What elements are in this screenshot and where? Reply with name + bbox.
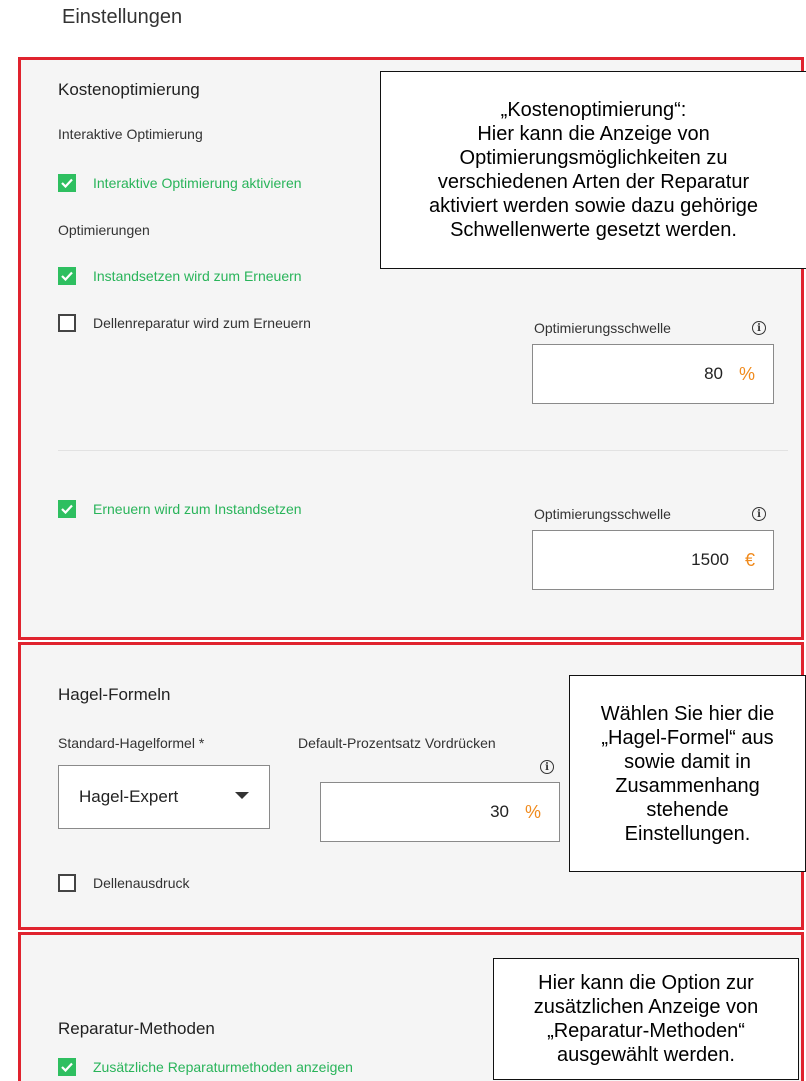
renew-to-repair-checkbox-label: Erneuern wird zum Instandsetzen [93,501,302,517]
repair-to-renew-checkbox-row[interactable]: Instandsetzen wird zum Erneuern [58,267,302,285]
repair-to-renew-checkbox-label: Instandsetzen wird zum Erneuern [93,268,302,284]
callout-line: „Reparatur-Methoden“ [547,1020,745,1042]
euro-unit: € [744,549,755,570]
callout-line: sowie damit in [624,750,751,773]
repair-to-renew-checkbox[interactable] [58,267,76,285]
check-icon [61,271,73,281]
show-additional-methods-checkbox[interactable] [58,1058,76,1076]
callout-line: verschiedenen Arten der Reparatur [437,171,750,193]
callout-line: „Kostenoptimierung“: [500,99,687,121]
hail-formula-label: Standard-Hagelformel * [58,735,205,751]
interactive-optimization-label: Interaktive Optimierung [58,126,203,142]
callout-line: Zusammenhang [615,774,760,797]
repair-methods-panel: Reparatur-Methoden Zusätzliche Reparatur… [18,932,804,1081]
dent-print-checkbox[interactable] [58,874,76,892]
section-divider [58,450,788,451]
threshold-input-2[interactable]: 1500 € [532,530,774,590]
check-icon [61,1062,73,1072]
default-percent-input[interactable]: 30 % [320,782,560,842]
page-title: Einstellungen [62,6,183,28]
dent-to-renew-checkbox[interactable] [58,314,76,332]
callout-line: aktiviert werden sowie dazu gehörige [428,195,759,217]
dropdown-arrow-icon [235,792,249,799]
info-icon[interactable]: i [752,321,766,335]
dent-to-renew-checkbox-label: Dellenreparatur wird zum Erneuern [93,315,311,331]
callout-line: „Hagel-Formel“ aus [601,726,774,749]
default-percent-label: Default-Prozentsatz Vordrücken [298,735,496,751]
dent-to-renew-checkbox-row[interactable]: Dellenreparatur wird zum Erneuern [58,314,311,332]
check-icon [61,504,73,514]
callout-line: zusätzlichen Anzeige von [533,996,759,1018]
renew-to-repair-checkbox[interactable] [58,500,76,518]
callout-cost-optimization: „Kostenoptimierung“: Hier kann die Anzei… [380,71,806,269]
info-icon[interactable]: i [752,507,766,521]
percent-unit: % [738,363,755,384]
hail-formula-select[interactable]: Hagel-Expert [58,765,270,829]
callout-line: Einstellungen. [624,822,751,845]
threshold-label-1: Optimierungsschwelle [534,320,671,336]
hail-formulas-panel: Hagel-Formeln Standard-Hagelformel * Def… [18,642,806,930]
callout-line: Hier kann die Option zur [538,972,754,994]
show-additional-methods-checkbox-row[interactable]: Zusätzliche Reparaturmethoden anzeigen [58,1058,353,1076]
callout-line: stehende [646,798,729,821]
optimizations-label: Optimierungen [58,222,150,238]
callout-line: Hier kann die Anzeige von [477,123,710,145]
callout-line: Wählen Sie hier die [600,702,775,725]
dent-print-checkbox-label: Dellenausdruck [93,875,190,891]
renew-to-repair-checkbox-row[interactable]: Erneuern wird zum Instandsetzen [58,500,302,518]
interactive-optimization-checkbox-label: Interaktive Optimierung aktivieren [93,175,302,191]
check-icon [61,178,73,188]
default-percent-value: 30 [490,802,509,821]
callout-line: ausgewählt werden. [557,1044,735,1066]
cost-optimization-panel: Kostenoptimierung Interaktive Optimierun… [18,57,806,640]
dent-print-checkbox-row[interactable]: Dellenausdruck [58,874,190,892]
threshold-input-1[interactable]: 80 % [532,344,774,404]
threshold-value-1: 80 [704,364,723,383]
info-icon[interactable]: i [540,760,554,774]
callout-repair-methods: Hier kann die Option zur zusätzlichen An… [493,958,799,1080]
percent-unit: % [524,801,541,822]
section-title-repair-methods: Reparatur-Methoden [58,1019,215,1038]
section-title-hail-formulas: Hagel-Formeln [58,685,171,704]
threshold-label-2: Optimierungsschwelle [534,506,671,522]
hail-formula-selected-value: Hagel-Expert [79,787,179,806]
callout-line: Optimierungsmöglichkeiten zu [459,147,728,169]
section-title-cost-optimization: Kostenoptimierung [58,80,200,99]
interactive-optimization-checkbox[interactable] [58,174,76,192]
interactive-optimization-checkbox-row[interactable]: Interaktive Optimierung aktivieren [58,174,302,192]
callout-hail-formulas: Wählen Sie hier die „Hagel-Formel“ aus s… [569,675,806,872]
show-additional-methods-checkbox-label: Zusätzliche Reparaturmethoden anzeigen [93,1059,353,1075]
threshold-value-2: 1500 [691,550,729,569]
callout-line: Schwellenwerte gesetzt werden. [450,219,737,241]
